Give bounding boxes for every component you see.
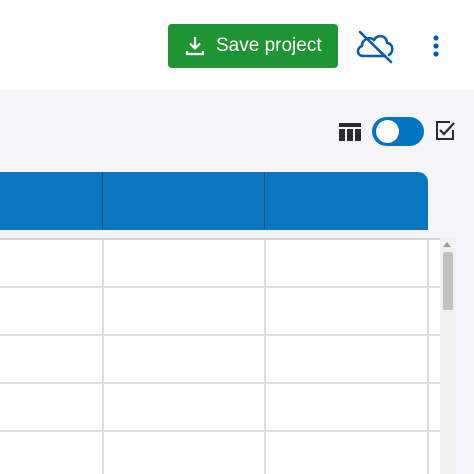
download-icon — [184, 35, 206, 57]
column-header[interactable] — [265, 172, 428, 230]
vertical-scrollbar[interactable] — [440, 238, 456, 474]
save-project-label: Save project — [216, 35, 322, 56]
cloud-off-icon[interactable] — [354, 26, 396, 66]
table-cell[interactable] — [0, 432, 102, 474]
scroll-up-arrow-icon[interactable] — [443, 242, 451, 247]
table-cell[interactable] — [104, 384, 264, 430]
column-header[interactable] — [0, 172, 102, 230]
scrollbar-thumb[interactable] — [443, 252, 453, 310]
table-cell[interactable] — [266, 432, 427, 474]
table-cell[interactable] — [104, 288, 264, 334]
view-columns-icon[interactable] — [338, 122, 362, 142]
table-body — [0, 238, 440, 474]
table-cell[interactable] — [0, 240, 102, 286]
table-header — [0, 172, 428, 230]
table-cell[interactable] — [266, 336, 427, 382]
table-row[interactable] — [0, 240, 440, 288]
check-box-icon[interactable] — [434, 120, 456, 142]
table-cell[interactable] — [104, 240, 264, 286]
table-cell[interactable] — [266, 384, 427, 430]
table-cell[interactable] — [104, 336, 264, 382]
save-project-button[interactable]: Save project — [168, 24, 338, 68]
table-row[interactable] — [0, 288, 440, 336]
more-options-icon[interactable] — [424, 30, 448, 62]
column-header[interactable] — [103, 172, 264, 230]
toggle-switch[interactable] — [372, 117, 424, 146]
table-cell[interactable] — [266, 240, 427, 286]
table-row[interactable] — [0, 432, 440, 474]
top-toolbar: Save project — [0, 0, 474, 90]
table-row[interactable] — [0, 336, 440, 384]
table-row[interactable] — [0, 384, 440, 432]
table-cell[interactable] — [0, 288, 102, 334]
table-cell[interactable] — [0, 336, 102, 382]
toggle-knob — [376, 120, 399, 143]
table-cell[interactable] — [0, 384, 102, 430]
table-cell[interactable] — [266, 288, 427, 334]
table-cell[interactable] — [104, 432, 264, 474]
